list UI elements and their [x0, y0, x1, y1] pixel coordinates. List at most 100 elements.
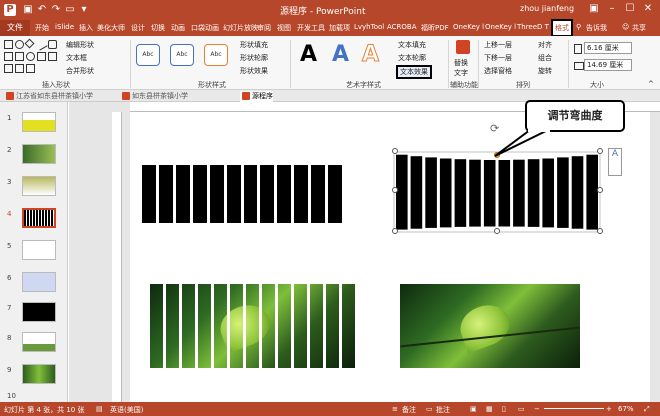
undo-icon[interactable]: ↶ [36, 4, 48, 16]
tab-transitions[interactable]: 切换 [151, 23, 165, 33]
tab-review[interactable]: 审阅 [257, 23, 271, 33]
rounded-rect-shape-icon[interactable] [48, 40, 57, 49]
height-input[interactable]: 6.16 厘米 [584, 42, 632, 54]
slide-thumbnail[interactable] [22, 240, 56, 260]
text-outline-button[interactable]: 文本轮廓 [398, 53, 426, 63]
wordart-style-orange[interactable]: A [361, 42, 379, 68]
star-shape-icon[interactable] [37, 52, 46, 61]
alt-text-button[interactable]: 替换 文字 [454, 58, 468, 78]
comments-button[interactable]: 批注 [436, 405, 450, 415]
resize-handle[interactable] [392, 148, 398, 154]
rectangle-shape-icon[interactable] [4, 40, 13, 49]
align-button[interactable]: 对齐 [538, 40, 552, 50]
resize-handle[interactable] [597, 228, 603, 234]
slide-thumbnail[interactable] [22, 332, 56, 352]
slide-sorter-icon[interactable]: ▦ [486, 405, 493, 413]
stripe-group-curved[interactable] [390, 146, 605, 238]
tab-developer[interactable]: 开发工具 [297, 23, 325, 33]
normal-view-icon[interactable]: ▣ [470, 405, 477, 413]
maximize-icon[interactable]: ☐ [622, 2, 638, 16]
shape-style-2[interactable]: Abc [170, 44, 194, 66]
slide-thumbnail[interactable] [22, 112, 56, 132]
callout-shape-icon[interactable] [4, 64, 13, 73]
textbox-button[interactable]: 文本框 [66, 53, 87, 63]
minimize-icon[interactable]: – [604, 2, 620, 16]
zoom-slider[interactable] [544, 408, 604, 409]
stripe-group-flat[interactable] [142, 165, 343, 223]
notes-button[interactable]: 备注 [402, 405, 416, 415]
brace-shape-icon[interactable] [48, 52, 57, 61]
tab-file[interactable]: 文件 [0, 20, 30, 36]
tab-onekey-1[interactable]: OneKey l [453, 23, 484, 31]
layout-options-icon[interactable]: A [608, 148, 622, 176]
selection-pane-button[interactable]: 选择窗格 [484, 66, 512, 76]
leaf-photo[interactable] [400, 284, 580, 368]
oval-shape-icon[interactable] [15, 40, 24, 49]
share-button[interactable]: 共享 [632, 23, 646, 33]
slide-canvas[interactable]: ⟳ A [130, 112, 650, 402]
bring-forward-button[interactable]: 上移一层 [484, 40, 512, 50]
resize-handle[interactable] [392, 228, 398, 234]
user-name[interactable]: zhou jianfeng [520, 4, 574, 13]
sliced-leaf-photo[interactable] [150, 284, 355, 368]
shape-outline-button[interactable]: 形状轮廓 [240, 53, 268, 63]
wordart-style-blue[interactable]: A [332, 42, 349, 67]
circle-shape-icon[interactable] [26, 52, 35, 61]
line-shape-icon[interactable] [35, 38, 48, 51]
tab-pocket-animation[interactable]: 口袋动画 [191, 23, 219, 33]
spellcheck-icon[interactable]: ▤ [96, 405, 103, 413]
arrow-shape-icon[interactable] [15, 52, 24, 61]
slide-thumbnail[interactable] [22, 144, 56, 164]
zoom-level[interactable]: 67% [618, 405, 634, 413]
resize-handle[interactable] [597, 187, 603, 193]
shape-effect-button[interactable]: 形状效果 [240, 66, 268, 76]
resize-handle[interactable] [494, 228, 500, 234]
tab-insert[interactable]: 插入 [79, 23, 93, 33]
shape-fill-button[interactable]: 形状填充 [240, 40, 268, 50]
triangle-shape-icon[interactable] [4, 52, 13, 61]
width-input[interactable]: 14.69 厘米 [584, 59, 632, 71]
tab-onekey-2[interactable]: OneKey l [485, 23, 516, 31]
redo-icon[interactable]: ↷ [50, 4, 62, 16]
resize-handle[interactable] [597, 148, 603, 154]
tab-foxit[interactable]: 福昕PDF [421, 23, 449, 33]
shape-style-1[interactable]: Abc [136, 44, 160, 66]
reading-view-icon[interactable]: ▯ [502, 405, 506, 413]
doc-tab-3[interactable]: 源程序 [240, 91, 273, 102]
slide-thumbnail[interactable] [22, 176, 56, 196]
diamond-shape-icon[interactable] [24, 38, 35, 49]
ribbon-options-icon[interactable]: ▣ [586, 2, 602, 16]
tab-slideshow[interactable]: 幻灯片放映 [223, 23, 258, 33]
group-button[interactable]: 组合 [538, 53, 552, 63]
doc-tab-2[interactable]: 如东县栟茶镇小学 [120, 91, 188, 102]
slide-thumbnail[interactable] [22, 272, 56, 292]
flowchart-shape-icon[interactable] [15, 64, 24, 73]
collapse-ribbon-icon[interactable]: ^ [648, 80, 654, 88]
tab-lvyhtool[interactable]: LvyhTool [354, 23, 384, 31]
wordart-style-black[interactable]: A [300, 42, 317, 67]
tab-home[interactable]: 开始 [35, 23, 49, 33]
resize-handle[interactable] [392, 187, 398, 193]
merge-shapes-button[interactable]: 合并形状 [66, 66, 94, 76]
zoom-in-icon[interactable]: + [606, 405, 612, 413]
edit-shape-button[interactable]: 编辑形状 [66, 40, 94, 50]
vertical-ruler[interactable] [112, 112, 122, 402]
shape-style-3[interactable]: Abc [204, 44, 228, 66]
tab-meihua[interactable]: 美化大师 [97, 23, 125, 33]
rotate-button[interactable]: 旋转 [538, 66, 552, 76]
send-backward-button[interactable]: 下移一层 [484, 53, 512, 63]
text-effect-button[interactable]: 文本效果 [396, 65, 432, 79]
tab-format[interactable]: 格式 [551, 19, 573, 37]
fit-to-window-icon[interactable]: ⤢ [644, 405, 650, 414]
banner-shape-icon[interactable] [26, 64, 35, 73]
text-fill-button[interactable]: 文本填充 [398, 40, 426, 50]
tab-view[interactable]: 视图 [277, 23, 291, 33]
doc-tab-1[interactable]: 江苏省如东县栟茶镇小学 [4, 91, 93, 102]
slideshow-view-icon[interactable]: ▭ [518, 405, 525, 413]
tab-acrobat[interactable]: ACROBA [387, 23, 417, 31]
slideshow-icon[interactable]: ▭ [64, 4, 76, 16]
search-icon[interactable]: ⚲ [576, 23, 581, 31]
qat-dropdown-icon[interactable]: ▾ [78, 4, 90, 16]
language-indicator[interactable]: 英语(美国) [110, 405, 143, 415]
save-icon[interactable]: ▣ [22, 4, 34, 16]
